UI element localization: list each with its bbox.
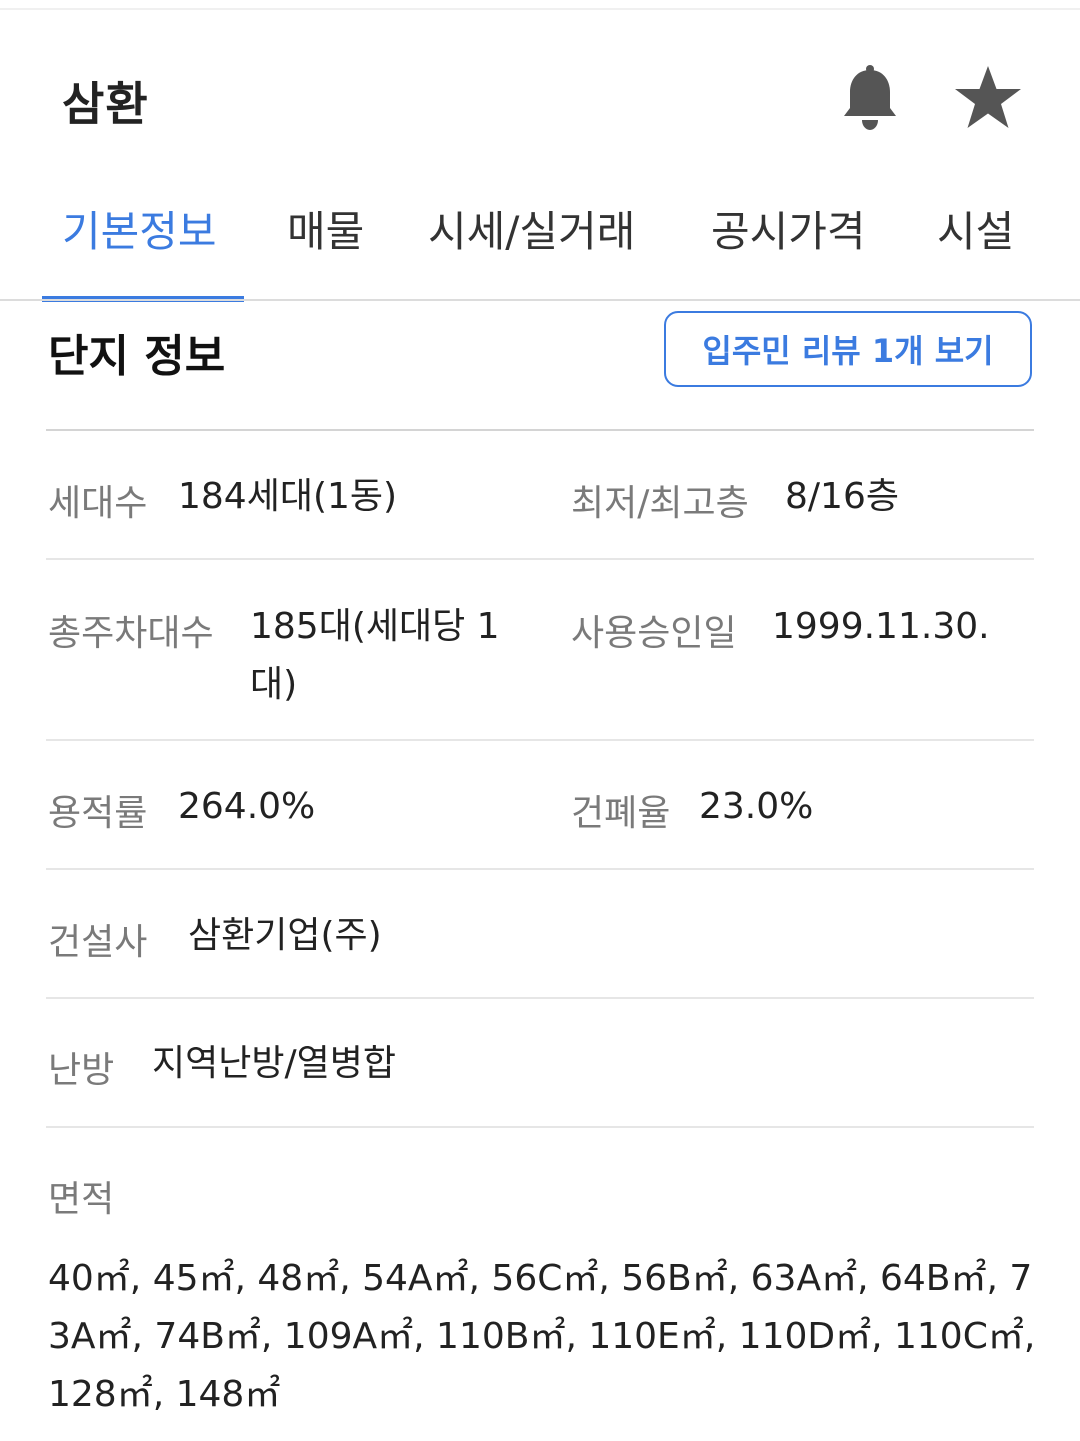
parking-value: 185대(세대당 1대) [250,606,500,705]
tab-basic-info[interactable]: 기본정보 [62,198,217,259]
floor-area-ratio-label: 용적률 [48,793,148,834]
floors-label: 최저/최고층 [571,483,749,524]
bell-icon[interactable] [834,62,906,134]
tab-listings[interactable]: 매물 [287,198,364,259]
builder-label: 건설사 [48,922,148,963]
tabs-divider [0,299,1080,301]
divider [46,997,1034,999]
building-coverage-value: 23.0% [699,786,814,827]
divider [46,739,1034,741]
floors-value: 8/16층 [785,476,899,517]
app-header: 삼환 [0,40,1080,160]
divider [46,868,1034,870]
top-divider [0,8,1080,10]
area-values: 40㎡, 45㎡, 48㎡, 54A㎡, 56C㎡, 56B㎡, 63A㎡, 6… [48,1258,1036,1415]
tab-official-price[interactable]: 공시가격 [711,198,866,259]
divider [46,558,1034,560]
divider [46,429,1034,431]
resident-review-button[interactable]: 입주민 리뷰 1개 보기 [664,311,1032,387]
divider [46,1126,1034,1128]
tab-price-transactions[interactable]: 시세/실거래 [428,198,635,259]
area-label: 면적 [48,1179,115,1220]
star-icon[interactable] [952,62,1024,134]
households-label: 세대수 [48,483,148,524]
approval-date-label: 사용승인일 [571,613,737,654]
heating-label: 난방 [48,1050,115,1091]
floor-area-ratio-value: 264.0% [178,786,316,827]
page-title: 삼환 [62,77,149,131]
tab-bar: 기본정보 매물 시세/실거래 공시가격 시설 [0,190,1080,302]
section-title: 단지 정보 [48,331,226,382]
households-value: 184세대(1동) [178,476,398,517]
building-coverage-label: 건폐율 [571,793,671,834]
builder-value: 삼환기업(주) [188,915,382,956]
tab-facilities[interactable]: 시설 [937,198,1014,259]
approval-date-value: 1999.11.30. [772,606,990,647]
parking-label: 총주차대수 [48,613,214,654]
heating-value: 지역난방/열병합 [152,1043,396,1084]
